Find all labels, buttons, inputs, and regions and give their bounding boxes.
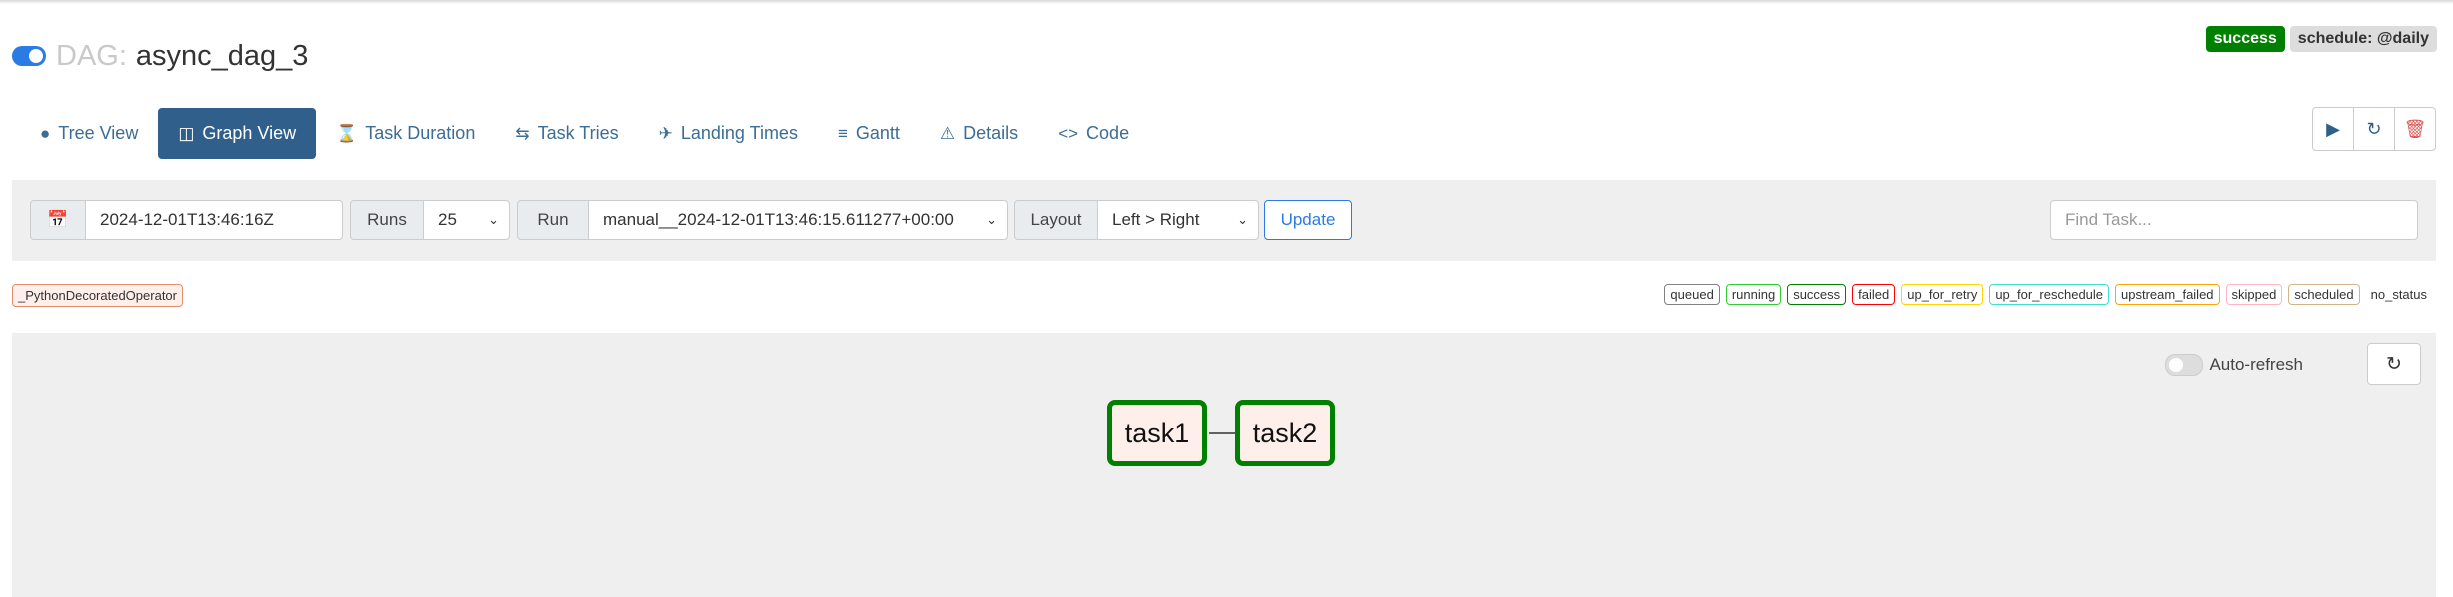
layout-label: Layout	[1014, 200, 1098, 240]
tab-label: Landing Times	[680, 123, 798, 143]
gantt-icon: ≡	[837, 123, 848, 143]
run-label: Run	[517, 200, 589, 240]
layout-select[interactable]: Left > Right ⌄	[1097, 200, 1259, 240]
tab-tree-view[interactable]: ● Tree View	[20, 108, 158, 159]
hourglass-icon: ⌛	[336, 123, 358, 143]
status-legend-running: running	[1725, 284, 1782, 305]
status-legend-success: success	[1787, 284, 1847, 305]
dag-prefix: DAG:	[56, 39, 127, 72]
operator-legend: _PythonDecoratedOperator	[12, 284, 183, 307]
tab-label: Task Tries	[537, 123, 619, 143]
find-task-input[interactable]: Find Task...	[2050, 200, 2418, 240]
trigger-dag-button[interactable]: ▶	[2313, 108, 2354, 150]
plane-landing-icon: ✈	[658, 123, 673, 143]
status-legend-failed: failed	[1852, 284, 1896, 305]
dag-pause-toggle[interactable]	[12, 46, 46, 66]
tab-label: Details	[963, 123, 1019, 143]
status-legend-no-status: no_status	[2370, 287, 2427, 302]
play-icon: ▶	[2326, 118, 2340, 139]
runs-label: Runs	[350, 200, 424, 240]
trash-icon: 🗑	[2403, 118, 2427, 139]
header-badges: success schedule: @daily	[2205, 26, 2437, 52]
task-node-task2[interactable]: task2	[1235, 400, 1335, 466]
status-legend-queued: queued	[1664, 284, 1720, 305]
status-legend: queued running success failed up_for_retry up…	[1664, 284, 2432, 305]
tab-code[interactable]: <> Code	[1038, 108, 1149, 159]
delete-dag-button[interactable]: 🗑	[2395, 108, 2435, 150]
warning-icon: ⚠	[939, 123, 956, 143]
run-value: manual__2024-12-01T13:46:15.611277+00:00	[603, 210, 954, 229]
runs-value: 25	[438, 210, 457, 229]
tab-task-duration[interactable]: ⌛ Task Duration	[316, 108, 495, 159]
task-node-task1[interactable]: task1	[1107, 400, 1207, 466]
runs-select[interactable]: 25 ⌄	[423, 200, 510, 240]
tab-graph-view[interactable]: ◫ Graph View	[158, 108, 317, 159]
refresh-dag-button[interactable]: ↻	[2354, 108, 2395, 150]
tab-landing-times[interactable]: ✈ Landing Times	[639, 108, 818, 159]
update-button[interactable]: Update	[1264, 200, 1352, 240]
filter-bar: 📅 2024-12-01T13:46:16Z Runs 25 ⌄ Run manu…	[12, 180, 2436, 261]
graph-canvas[interactable]: Auto-refresh ↻ task1 task2	[12, 333, 2436, 597]
status-badge: success	[2205, 26, 2285, 52]
refresh-icon: ↻	[2366, 118, 2382, 139]
graph-icon: ◫	[178, 123, 195, 143]
status-legend-scheduled: scheduled	[2288, 284, 2360, 305]
status-legend-skipped: skipped	[2225, 284, 2283, 305]
tab-label: Task Duration	[365, 123, 476, 143]
retry-icon: ⇆	[515, 123, 530, 143]
execution-date-input[interactable]: 2024-12-01T13:46:16Z	[85, 200, 343, 240]
status-legend-up-for-retry: up_for_retry	[1901, 284, 1984, 305]
tab-label: Graph View	[202, 123, 297, 143]
run-select[interactable]: manual__2024-12-01T13:46:15.611277+00:00…	[588, 200, 1008, 240]
dag-title: async_dag_3	[135, 39, 309, 72]
tab-label: Tree View	[58, 123, 139, 143]
layout-value: Left > Right	[1112, 210, 1200, 229]
page-header: DAG: async_dag_3	[12, 34, 308, 78]
graph-edges	[1209, 428, 1245, 438]
code-icon: <>	[1058, 123, 1079, 143]
chevron-down-icon: ⌄	[1237, 212, 1248, 227]
top-shadow	[0, 0, 2453, 4]
tab-details[interactable]: ⚠ Details	[920, 108, 1038, 159]
calendar-button[interactable]: 📅	[30, 200, 86, 240]
tab-gantt[interactable]: ≡ Gantt	[818, 108, 920, 159]
tree-icon: ●	[40, 123, 51, 143]
dag-actions: ▶ ↻ 🗑	[2312, 107, 2436, 151]
status-legend-upstream-failed: upstream_failed	[2115, 284, 2220, 305]
tab-task-tries[interactable]: ⇆ Task Tries	[495, 108, 638, 159]
view-tabs: ● Tree View ◫ Graph View ⌛ Task Duration ⇆ T…	[20, 108, 1149, 159]
chevron-down-icon: ⌄	[986, 212, 997, 227]
calendar-icon: 📅	[47, 210, 69, 229]
status-legend-up-for-reschedule: up_for_reschedule	[1989, 284, 2110, 305]
tab-label: Gantt	[855, 123, 900, 143]
schedule-badge: schedule: @daily	[2289, 26, 2437, 52]
chevron-down-icon: ⌄	[488, 212, 499, 227]
tab-label: Code	[1086, 123, 1130, 143]
